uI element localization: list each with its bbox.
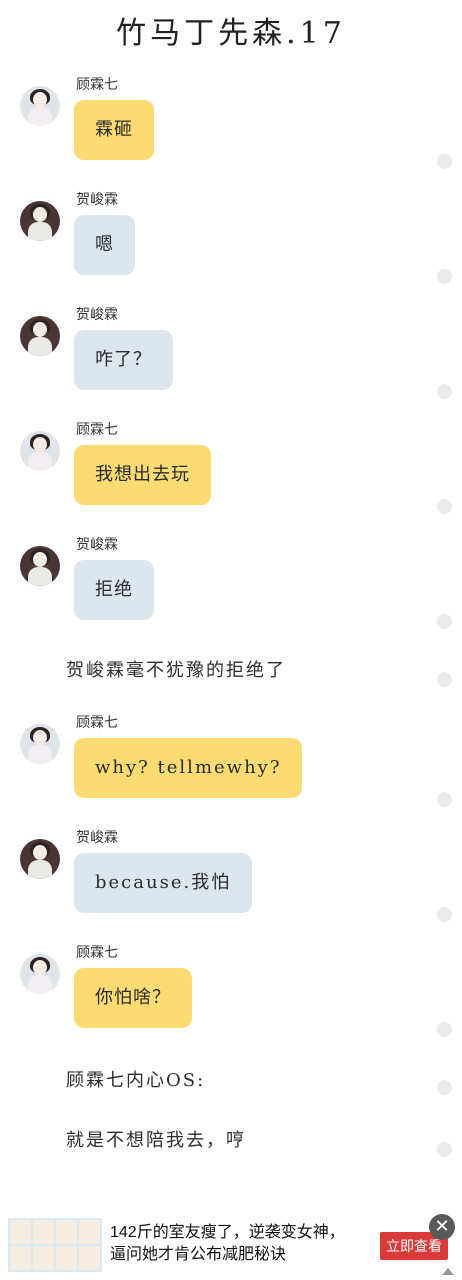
- message-bubble[interactable]: why? tellmewhy?: [74, 738, 303, 798]
- page-title: 竹马丁先森.17: [116, 16, 346, 51]
- message-bubble[interactable]: 咋了？: [74, 330, 173, 390]
- narration-text: 就是不想陪我去，哼: [66, 1130, 246, 1151]
- avatar[interactable]: [20, 431, 60, 471]
- comment-dot[interactable]: [437, 672, 452, 687]
- message-bubble[interactable]: 嗯: [74, 215, 135, 275]
- comment-dot[interactable]: [437, 384, 452, 399]
- sender-name: 贺峻霖: [76, 830, 118, 846]
- ad-image[interactable]: [8, 1218, 102, 1272]
- comment-dot[interactable]: [437, 1080, 452, 1095]
- sender-name: 顾霖七: [76, 77, 118, 93]
- sender-name: 贺峻霖: [76, 307, 118, 323]
- ad-text[interactable]: 142斤的室友瘦了，逆袭变女神， 逼问她才肯公布减肥秘诀: [110, 1222, 360, 1266]
- ad-mark-icon: [440, 1266, 456, 1276]
- comment-dot[interactable]: [437, 614, 452, 629]
- sender-name: 顾霖七: [76, 715, 118, 731]
- avatar[interactable]: [20, 316, 60, 356]
- avatar[interactable]: [20, 86, 60, 126]
- sender-name: 贺峻霖: [76, 537, 118, 553]
- close-icon[interactable]: ✕: [429, 1214, 455, 1240]
- comment-dot[interactable]: [437, 907, 452, 922]
- narration-text: 顾霖七内心OS:: [66, 1070, 206, 1091]
- comment-dot[interactable]: [437, 1022, 452, 1037]
- ad-text-line: 142斤的室友瘦了，逆袭变女神，: [110, 1224, 345, 1241]
- sender-name: 贺峻霖: [76, 192, 118, 208]
- comment-dot[interactable]: [437, 499, 452, 514]
- message-bubble[interactable]: 霖砸: [74, 100, 154, 160]
- message-bubble[interactable]: 我想出去玩: [74, 445, 211, 505]
- sender-name: 顾霖七: [76, 945, 118, 961]
- message-bubble[interactable]: 拒绝: [74, 560, 154, 620]
- avatar[interactable]: [20, 546, 60, 586]
- message-bubble[interactable]: 你怕啥？: [74, 968, 192, 1028]
- message-bubble[interactable]: because.我怕: [74, 853, 253, 913]
- sender-name: 顾霖七: [76, 422, 118, 438]
- comment-dot[interactable]: [437, 792, 452, 807]
- comment-dot[interactable]: [437, 269, 452, 284]
- avatar[interactable]: [20, 724, 60, 764]
- avatar[interactable]: [20, 839, 60, 879]
- comment-dot[interactable]: [437, 154, 452, 169]
- avatar[interactable]: [20, 954, 60, 994]
- avatar[interactable]: [20, 201, 60, 241]
- comment-dot[interactable]: [437, 1142, 452, 1157]
- narration-text: 贺峻霖毫不犹豫的拒绝了: [66, 660, 286, 681]
- ad-text-line: 逼问她才肯公布减肥秘诀: [110, 1246, 287, 1263]
- ad-banner[interactable]: 142斤的室友瘦了，逆袭变女神， 逼问她才肯公布减肥秘诀 立即查看 ✕: [0, 1210, 462, 1280]
